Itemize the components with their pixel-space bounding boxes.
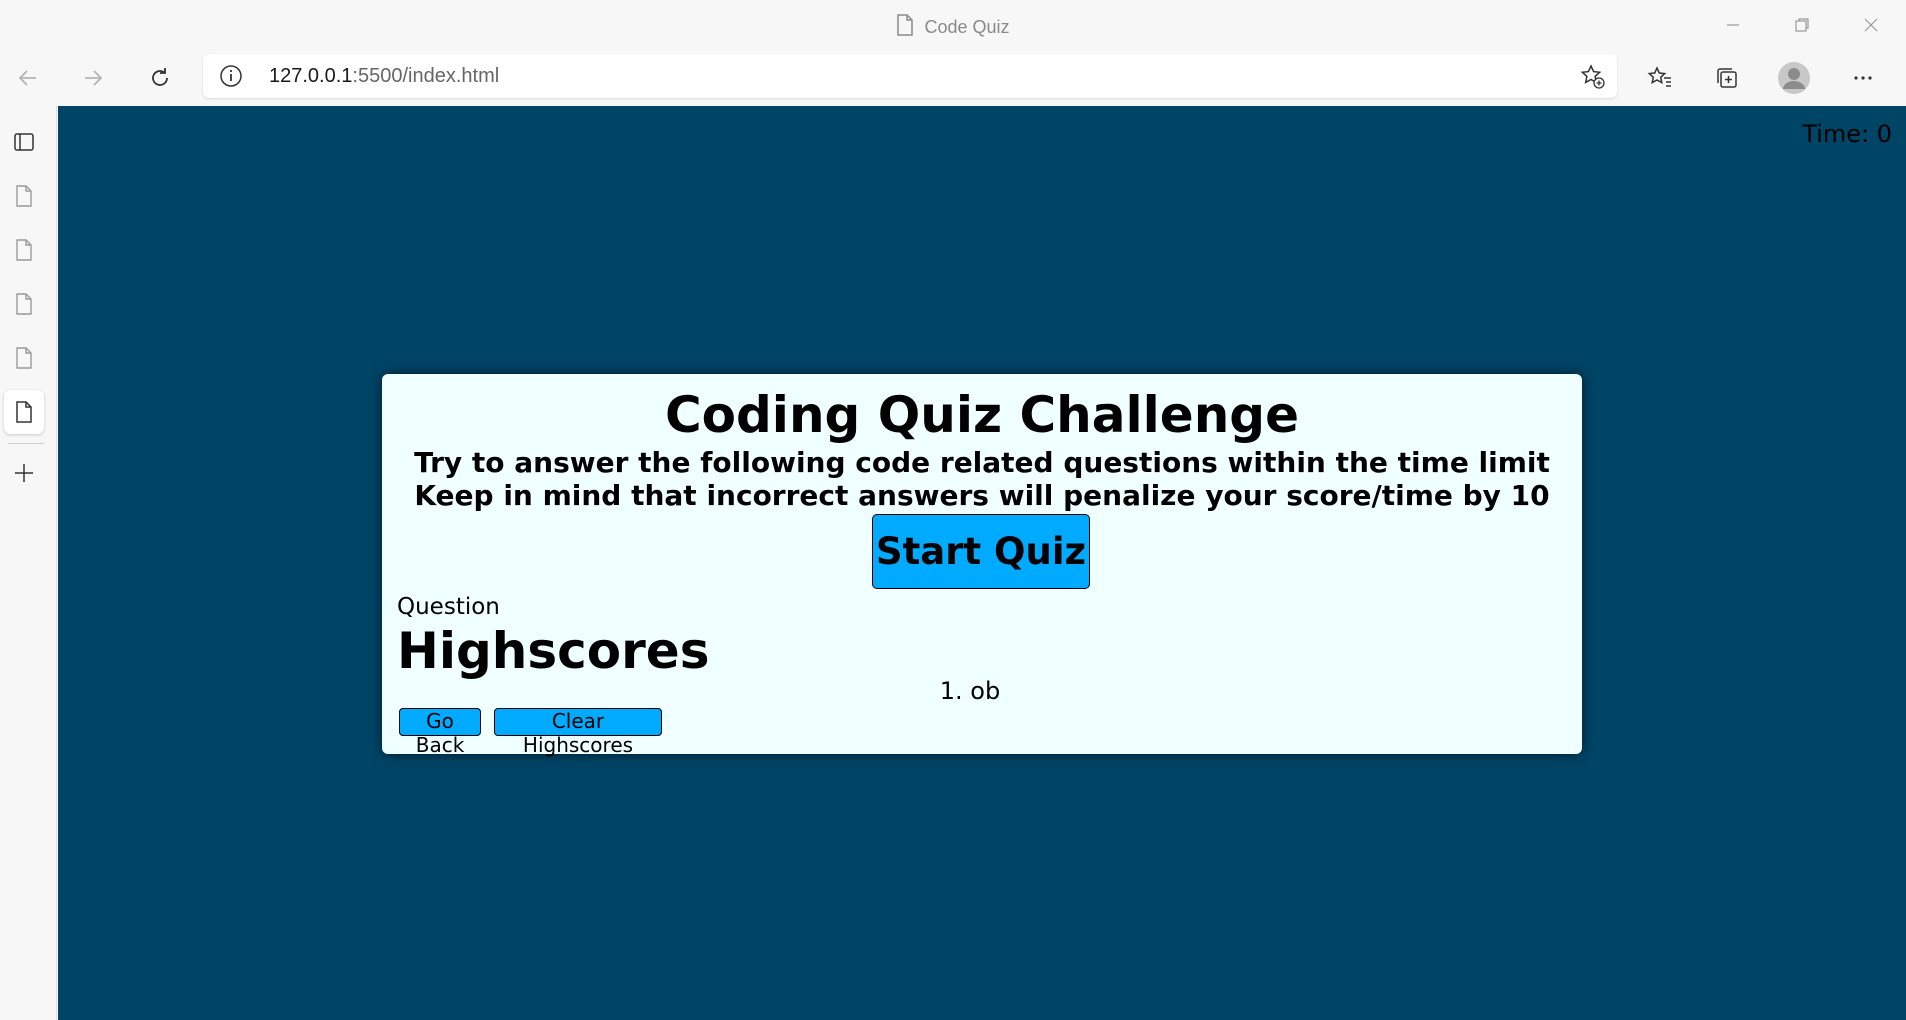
- timer-display: Time: 0: [1802, 120, 1892, 148]
- favorites-icon[interactable]: [1640, 60, 1680, 96]
- browser-toolbar: 127.0.0.1:5500/index.html: [0, 50, 1906, 106]
- tab-page-icon[interactable]: [4, 174, 44, 218]
- vertical-tabs-sidebar: [0, 106, 57, 1020]
- url-text[interactable]: 127.0.0.1:5500/index.html: [269, 65, 499, 88]
- profile-avatar[interactable]: [1774, 60, 1814, 96]
- window-title-text: Code Quiz: [924, 17, 1010, 37]
- back-button[interactable]: [8, 60, 48, 96]
- address-bar[interactable]: 127.0.0.1:5500/index.html: [203, 54, 1617, 98]
- highscores-heading: Highscores: [397, 622, 710, 680]
- refresh-button[interactable]: [140, 60, 180, 96]
- forward-button[interactable]: [73, 60, 113, 96]
- go-back-button[interactable]: Go Back: [399, 708, 481, 757]
- sidebar-divider: [8, 443, 44, 444]
- url-path: :5500/index.html: [352, 65, 500, 87]
- window-titlebar: Code Quiz: [0, 0, 1906, 50]
- document-icon: [896, 14, 914, 41]
- add-favorite-icon[interactable]: [1579, 63, 1605, 93]
- url-host: 127.0.0.1: [269, 65, 353, 87]
- start-quiz-button[interactable]: Start Quiz: [872, 514, 1090, 589]
- tab-page-icon[interactable]: [4, 228, 44, 272]
- tab-page-icon[interactable]: [4, 282, 44, 326]
- restore-button[interactable]: [1779, 10, 1825, 40]
- tab-page-icon[interactable]: [4, 336, 44, 380]
- new-tab-icon[interactable]: [4, 451, 44, 495]
- close-button[interactable]: [1848, 10, 1894, 40]
- quiz-card: Coding Quiz Challenge Try to answer the …: [382, 374, 1582, 757]
- question-label: Question: [397, 594, 500, 620]
- clear-highscores-button[interactable]: Clear Highscores: [494, 708, 662, 757]
- minimize-button[interactable]: [1710, 10, 1756, 40]
- tab-actions-icon[interactable]: [4, 120, 44, 164]
- page-viewport: Time: 0 Coding Quiz Challenge Try to ans…: [58, 106, 1906, 1020]
- more-menu-icon[interactable]: [1843, 60, 1883, 96]
- highscore-entry: 1. ob: [939, 677, 1001, 705]
- site-info-icon[interactable]: [219, 64, 243, 92]
- tab-active-page-icon[interactable]: [4, 390, 44, 434]
- page-title: Coding Quiz Challenge: [664, 386, 1300, 444]
- highscore-list-item: 1. ob: [382, 677, 1582, 705]
- window-title: Code Quiz: [0, 14, 1906, 41]
- collections-icon[interactable]: [1707, 60, 1747, 96]
